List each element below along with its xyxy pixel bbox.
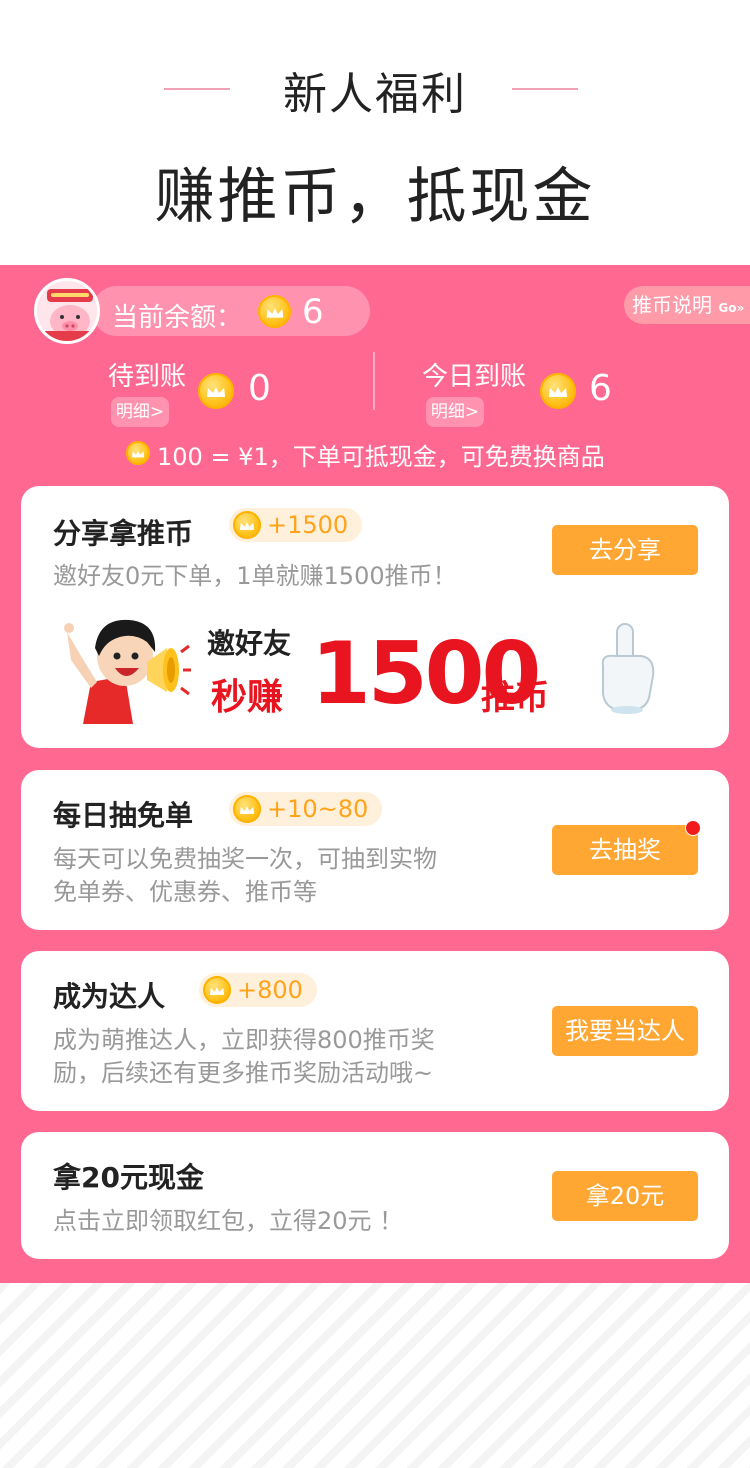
coin-icon	[203, 976, 231, 1004]
task-description: 邀好友0元下单，1单就赚1500推币！	[53, 562, 457, 590]
coin-icon	[126, 441, 150, 465]
task-description-line: 每天可以免费抽奖一次，可抽到实物	[53, 845, 437, 873]
pointing-hand-icon	[601, 623, 655, 714]
share-button[interactable]: 去分享	[552, 525, 698, 575]
coin-icon	[198, 373, 234, 409]
reward-value: +1500	[267, 511, 349, 539]
banner-invite-text: 邀好友	[207, 627, 292, 660]
stats-divider	[373, 352, 375, 410]
banner-unit: 推币	[481, 678, 549, 718]
pending-detail-button[interactable]: 明细>	[111, 397, 169, 427]
task-card-daily-draw: 每日抽免单 +10~80 每天可以免费抽奖一次，可抽到实物 免单券、优惠券、推币…	[21, 770, 729, 930]
boy-megaphone-illustration	[64, 619, 191, 724]
task-description-line: 免单券、优惠券、推币等	[53, 878, 317, 906]
go-badge: Go»	[718, 301, 745, 315]
hero-title: 赚推币，抵现金	[154, 162, 596, 232]
coin-icon	[233, 795, 261, 823]
notification-dot	[685, 820, 701, 836]
pending-label: 待到账	[108, 362, 187, 392]
pending-value: 0	[248, 368, 271, 409]
task-description-line: 励，后续还有更多推币奖励活动哦~	[53, 1059, 434, 1087]
lottery-button[interactable]: 去抽奖	[552, 825, 698, 875]
invite-banner[interactable]: 邀好友 秒赚 1500 推币	[21, 596, 729, 736]
task-description: 每天可以免费抽奖一次，可抽到实物 免单券、优惠券、推币等	[53, 843, 437, 909]
task-title: 分享拿推币	[53, 517, 194, 550]
task-card-share: 分享拿推币 +1500 邀好友0元下单，1单就赚1500推币！ 去分享 邀好友 …	[21, 486, 729, 748]
reward-value: +800	[237, 976, 303, 1004]
task-title: 每日抽免单	[53, 799, 194, 832]
coin-explain-button[interactable]: 推币说明 Go»	[624, 286, 750, 324]
banner-earn-text: 秒赚	[211, 677, 284, 718]
avatar[interactable]	[34, 278, 100, 344]
task-title: 拿20元现金	[53, 1161, 204, 1194]
bottom-striped-background	[0, 1283, 750, 1468]
task-title: 成为达人	[53, 980, 166, 1013]
balance-value: 6	[302, 292, 324, 332]
reward-pill: +10~80	[229, 792, 383, 826]
task-description: 成为萌推达人，立即获得800推币奖 励，后续还有更多推币奖励活动哦~	[53, 1024, 435, 1090]
coin-explain-label: 推币说明	[632, 293, 712, 317]
today-value: 6	[589, 368, 612, 409]
balance-label: 当前余额：	[112, 303, 243, 333]
exchange-rule-text: 100 = ¥1，下单可抵现金，可免费换商品	[157, 443, 605, 471]
task-card-cash: 拿20元现金 点击立即领取红包，立得20元 ！ 拿20元	[21, 1132, 729, 1259]
today-detail-button[interactable]: 明细>	[426, 397, 484, 427]
get-cash-button[interactable]: 拿20元	[552, 1171, 698, 1221]
become-expert-button[interactable]: 我要当达人	[552, 1006, 698, 1056]
reward-pill: +800	[199, 973, 317, 1007]
task-card-become-expert: 成为达人 +800 成为萌推达人，立即获得800推币奖 励，后续还有更多推币奖励…	[21, 951, 729, 1111]
today-label: 今日到账	[422, 362, 527, 392]
reward-pill: +1500	[229, 508, 363, 542]
coin-icon	[258, 295, 291, 328]
task-description: 点击立即领取红包，立得20元 ！	[53, 1207, 404, 1235]
task-description-line: 成为萌推达人，立即获得800推币奖	[53, 1026, 435, 1054]
reward-value: +10~80	[267, 795, 369, 823]
coin-icon	[233, 511, 261, 539]
hero-subtitle: 新人福利	[283, 69, 467, 120]
coin-icon	[540, 373, 576, 409]
hero-section: 新人福利 赚推币，抵现金	[0, 0, 750, 265]
